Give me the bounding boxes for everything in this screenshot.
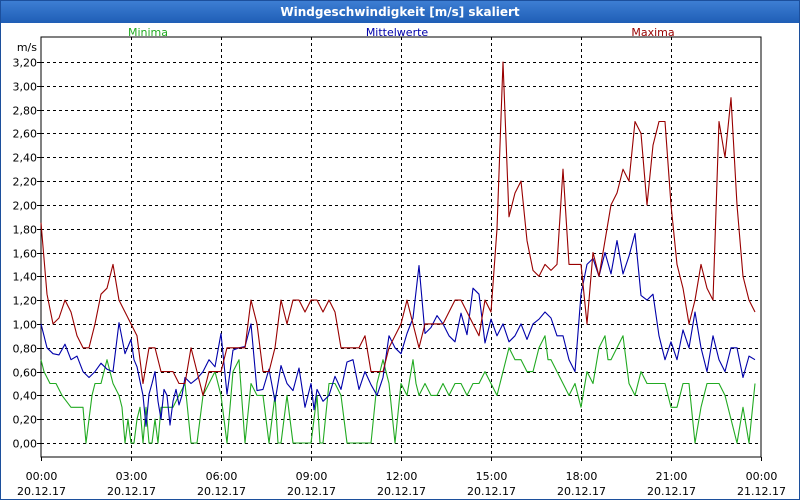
- x-tick-time: 21:00: [656, 470, 688, 483]
- y-tick-label: 2,80: [13, 105, 38, 118]
- y-tick-label: 2,00: [13, 200, 38, 213]
- y-tick-label: 1,80: [13, 224, 38, 237]
- y-tick-label: 1,40: [13, 271, 38, 284]
- y-tick-label: 0,00: [13, 438, 38, 451]
- chart-window: Windgeschwindigkeit [m/s] skaliert 0,00 0…: [0, 0, 800, 500]
- x-tick-date: 20.12.17: [647, 485, 696, 498]
- wind-speed-chart: 0,00 0,20 0,40 0,60 0,80 1,00 1,20 1,40 1,60 1,80…: [13, 26, 786, 498]
- y-tick-label: 0,40: [13, 390, 38, 403]
- legend-maxima: Maxima: [631, 26, 674, 39]
- x-tick-date: 20.12.17: [377, 485, 426, 498]
- y-tick-label: 1,20: [13, 295, 38, 308]
- x-tick-date: 20.12.17: [197, 485, 246, 498]
- y-tick-label: 2,40: [13, 152, 38, 165]
- y-axis-unit: m/s: [17, 41, 37, 54]
- y-tick-label: 0,60: [13, 367, 38, 380]
- y-tick-label: 2,60: [13, 128, 38, 141]
- y-tick-label: 0,80: [13, 343, 38, 356]
- x-tick-time: 15:00: [476, 470, 508, 483]
- x-tick-time: 09:00: [296, 470, 328, 483]
- legend-minima: Minima: [128, 26, 168, 39]
- y-tick-label: 2,20: [13, 176, 38, 189]
- x-tick-time: 18:00: [566, 470, 598, 483]
- x-tick-date: 20.12.17: [287, 485, 336, 498]
- legend-mittelwerte: Mittelwerte: [366, 26, 429, 39]
- y-tick-label: 0,20: [13, 414, 38, 427]
- x-tick-date: 21.12.17: [737, 485, 786, 498]
- x-tick-time: 00:00: [26, 470, 58, 483]
- y-tick-label: 1,60: [13, 248, 38, 261]
- y-tick-label: 1,00: [13, 319, 38, 332]
- x-tick-time: 03:00: [116, 470, 148, 483]
- x-tick-date: 20.12.17: [467, 485, 516, 498]
- x-tick-date: 20.12.17: [107, 485, 156, 498]
- x-tick-date: 20.12.17: [17, 485, 66, 498]
- y-tick-label: 3,00: [13, 81, 38, 94]
- x-tick-time: 00:00: [746, 470, 778, 483]
- x-tick-time: 12:00: [386, 470, 418, 483]
- y-tick-label: 3,20: [13, 57, 38, 70]
- x-tick-time: 06:00: [206, 470, 238, 483]
- x-tick-date: 20.12.17: [557, 485, 606, 498]
